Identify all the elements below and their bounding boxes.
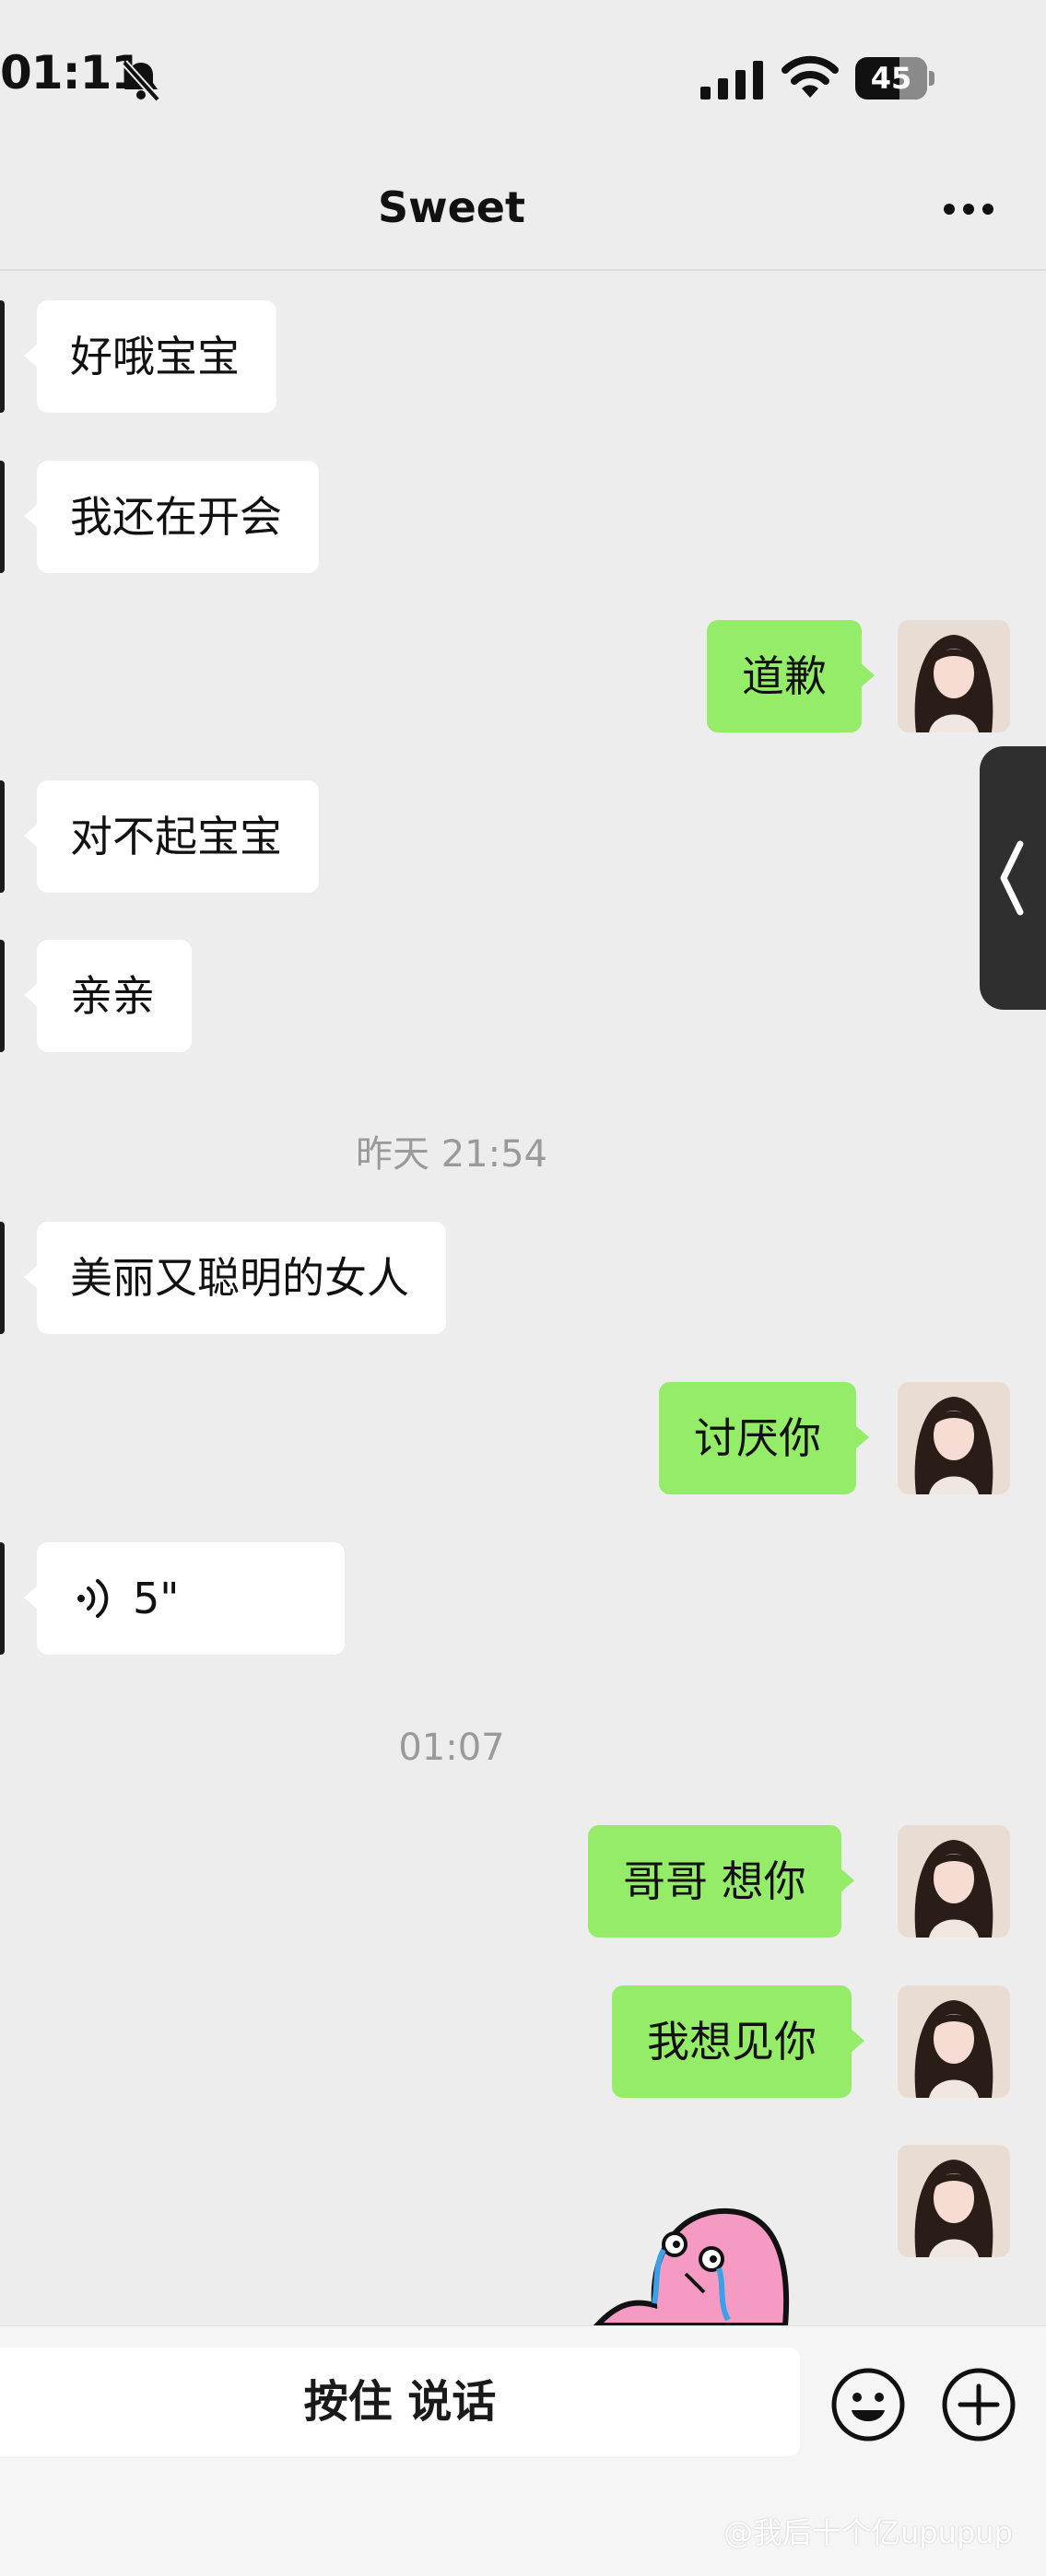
voice-message-bubble[interactable]: 5" xyxy=(24,1542,345,1655)
contact-avatar[interactable] xyxy=(0,1222,5,1334)
contact-avatar[interactable] xyxy=(0,461,5,573)
wifi-icon xyxy=(782,55,839,98)
plus-icon[interactable] xyxy=(940,2366,1017,2443)
contact-avatar[interactable] xyxy=(0,940,5,1052)
message-bubble-incoming[interactable]: 好哦宝宝 xyxy=(24,300,276,413)
message-bubble-incoming[interactable]: 对不起宝宝 xyxy=(24,780,319,893)
bell-muted-icon xyxy=(122,60,160,102)
voice-wave-icon xyxy=(77,1579,109,1618)
hold-to-talk-button[interactable]: 按住 说话 xyxy=(0,2348,800,2456)
watermark: @我后十个亿upupup xyxy=(723,2515,1013,2550)
message-bubble-incoming[interactable]: 美丽又聪明的女人 xyxy=(24,1222,446,1334)
battery-level: 45 xyxy=(870,61,912,96)
user-avatar[interactable] xyxy=(898,1825,1010,1938)
chat-title: Sweet xyxy=(377,182,525,232)
signal-icon xyxy=(700,61,763,100)
ellipsis-icon[interactable] xyxy=(941,201,996,217)
message-bubble-incoming[interactable]: 我还在开会 xyxy=(24,461,319,573)
contact-avatar[interactable] xyxy=(0,300,5,413)
message-bubble-outgoing[interactable]: 哥哥 想你 xyxy=(588,1825,854,1938)
nav-divider xyxy=(0,269,1046,271)
contact-avatar[interactable] xyxy=(0,780,5,893)
user-avatar[interactable] xyxy=(898,620,1010,732)
message-bubble-outgoing[interactable]: 讨厌你 xyxy=(659,1382,869,1494)
crying-blob-sticker[interactable] xyxy=(590,2202,793,2331)
timestamp: 昨天 21:54 xyxy=(356,1133,547,1176)
user-avatar[interactable] xyxy=(898,1382,1010,1494)
side-drawer-handle[interactable] xyxy=(980,746,1046,1010)
battery-icon: 45 xyxy=(855,57,936,100)
message-bubble-incoming[interactable]: 亲亲 xyxy=(24,940,192,1052)
input-bar-divider xyxy=(0,2325,1046,2326)
chevron-left-icon xyxy=(1000,840,1024,916)
message-bubble-outgoing[interactable]: 我想见你 xyxy=(612,1985,864,2098)
voice-duration: 5" xyxy=(133,1574,180,1623)
user-avatar[interactable] xyxy=(898,1985,1010,2098)
timestamp: 01:07 xyxy=(398,1727,505,1769)
contact-avatar[interactable] xyxy=(0,1542,5,1655)
emoji-icon[interactable] xyxy=(829,2366,907,2443)
message-bubble-outgoing[interactable]: 道歉 xyxy=(707,620,875,732)
user-avatar[interactable] xyxy=(898,2145,1010,2257)
